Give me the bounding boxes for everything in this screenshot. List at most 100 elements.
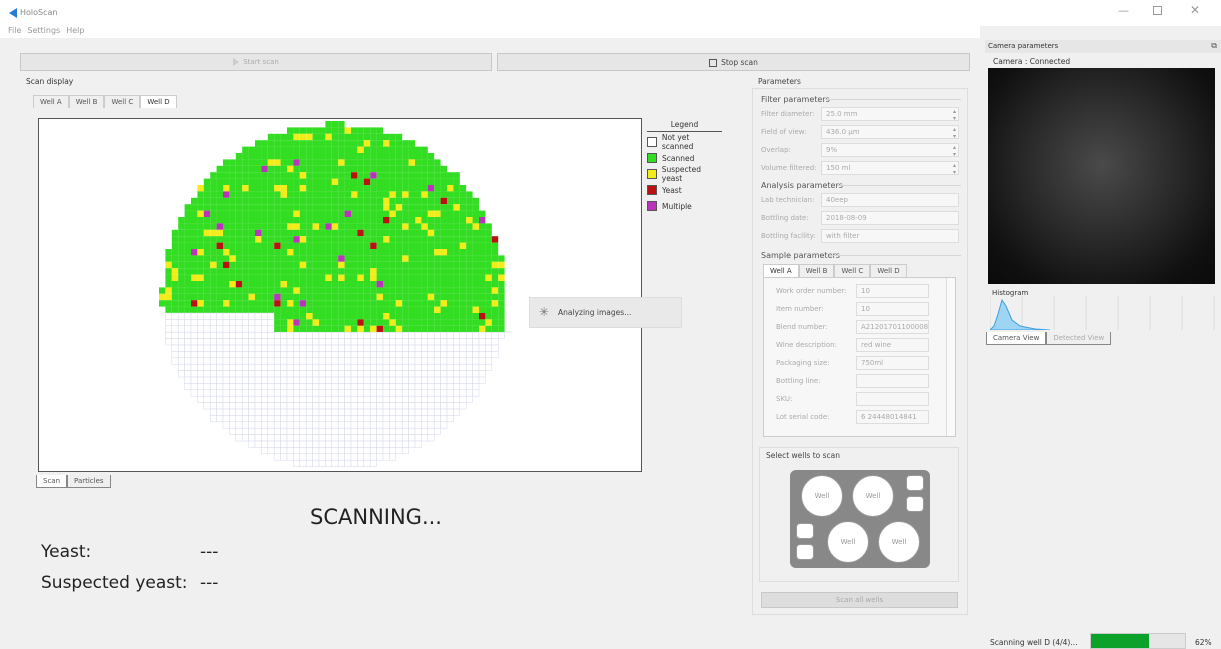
scan-cell <box>479 287 486 294</box>
filter-param-field[interactable]: 25.0 mm ▴ ▾ <box>821 107 959 122</box>
scan-cell <box>415 274 422 281</box>
maximize-icon[interactable] <box>1153 6 1162 15</box>
scan-cell <box>242 274 249 281</box>
tab-well-a[interactable]: Well A <box>33 95 69 108</box>
scan-cell <box>203 204 211 211</box>
scan-cell <box>216 319 224 327</box>
sample-tab-well-b[interactable]: Well B <box>798 264 835 277</box>
minimize-icon[interactable]: — <box>1118 4 1129 17</box>
sample-param-field[interactable]: 10 <box>856 284 929 298</box>
sample-param-field[interactable]: 6 24448014841 <box>856 410 929 424</box>
scan-cell <box>350 389 358 397</box>
scan-cell <box>319 217 326 224</box>
scan-cell <box>344 236 351 243</box>
analysis-param-field[interactable]: with filter <box>821 229 959 243</box>
small-well-3[interactable] <box>796 523 814 539</box>
scan-cell <box>171 249 179 256</box>
small-well-1[interactable] <box>906 475 924 491</box>
scan-cell <box>447 204 454 211</box>
small-well-2[interactable] <box>906 496 924 512</box>
spinner-arrows-icon[interactable]: ▴ ▾ <box>953 162 956 176</box>
scan-cell <box>267 172 275 179</box>
sample-scrollbar[interactable] <box>946 278 955 436</box>
sample-tab-well-a[interactable]: Well A <box>763 264 799 277</box>
menu-settings[interactable]: Settings <box>27 26 60 35</box>
analysis-param-field[interactable]: 40eep <box>821 193 959 207</box>
well-c-toggle[interactable]: Well <box>827 521 869 563</box>
scan-cell <box>242 197 249 205</box>
close-icon[interactable]: ✕ <box>1190 3 1200 17</box>
scan-cell <box>267 357 275 365</box>
scan-cell <box>459 325 467 333</box>
tab-well-b[interactable]: Well B <box>68 95 105 108</box>
scan-cell <box>491 344 499 352</box>
spinner-arrows-icon[interactable]: ▴ ▾ <box>953 144 956 158</box>
scan-cell <box>389 249 396 256</box>
tab-well-c[interactable]: Well C <box>104 95 141 108</box>
sample-param-field[interactable]: red wine <box>856 338 929 352</box>
scan-cell <box>293 421 301 429</box>
start-scan-button[interactable]: Start scan <box>20 53 492 71</box>
menu-file[interactable]: File <box>8 26 21 35</box>
sample-param-field[interactable]: A21201701100008 <box>856 320 929 334</box>
scan-cell <box>363 281 371 288</box>
scan-cell <box>331 447 339 455</box>
separator <box>829 255 961 256</box>
filter-param-field[interactable]: 436.0 µm ▴ ▾ <box>821 125 959 140</box>
well-d-toggle[interactable]: Well <box>878 521 920 563</box>
tab-well-d[interactable]: Well D <box>140 95 177 108</box>
scan-cell <box>248 197 255 205</box>
scan-cell <box>344 249 351 256</box>
sample-param-field[interactable]: 750ml <box>856 356 929 370</box>
scan-cell <box>344 357 352 365</box>
scan-cell <box>357 344 365 352</box>
scan-cell <box>338 197 345 205</box>
scan-cell <box>331 331 339 339</box>
scan-cell <box>254 331 262 339</box>
scan-cell <box>395 306 403 313</box>
scan-cell <box>318 402 326 410</box>
small-well-4[interactable] <box>796 544 814 560</box>
scan-cell <box>229 338 237 346</box>
scan-cell <box>363 434 371 442</box>
scan-cell <box>370 242 377 249</box>
tab-detected-view[interactable]: Detected View <box>1046 332 1112 345</box>
float-panel-icon[interactable]: ⧉ <box>1211 41 1217 51</box>
scan-cell <box>331 197 339 205</box>
scan-cell <box>357 325 364 333</box>
scan-cell <box>408 325 415 333</box>
stop-scan-button[interactable]: Stop scan <box>497 53 970 71</box>
scan-cell <box>197 300 204 307</box>
scan-cell <box>242 165 249 173</box>
scan-cell <box>421 408 429 416</box>
legend-label: Scanned <box>662 153 695 163</box>
scan-all-wells-button[interactable]: Scan all wells <box>761 592 958 608</box>
spinner-arrows-icon[interactable]: ▴ ▾ <box>953 126 956 140</box>
scan-cell <box>312 313 319 320</box>
filter-param-field[interactable]: 150 ml ▴ ▾ <box>821 161 959 176</box>
scan-cell <box>408 159 415 166</box>
sample-param-field[interactable]: 10 <box>856 302 929 316</box>
sample-param-field[interactable] <box>856 392 929 406</box>
sample-param-field[interactable] <box>856 374 929 388</box>
scan-cell <box>319 204 326 211</box>
scan-cell <box>498 319 505 326</box>
sample-tab-well-d[interactable]: Well D <box>870 264 907 277</box>
scan-cell <box>351 191 358 198</box>
tab-particles[interactable]: Particles <box>67 475 111 488</box>
scan-cell <box>331 178 339 185</box>
well-a-toggle[interactable]: Well <box>801 475 843 517</box>
scan-cell <box>440 261 447 269</box>
scan-cell <box>197 217 204 224</box>
sample-tab-well-c[interactable]: Well C <box>834 264 871 277</box>
menu-help[interactable]: Help <box>66 26 84 35</box>
filter-param-field[interactable]: 9% ▴ ▾ <box>821 143 959 158</box>
scan-cell <box>395 281 403 288</box>
scan-cell <box>267 153 275 160</box>
tab-camera-view[interactable]: Camera View <box>986 332 1047 345</box>
scan-cell <box>178 274 185 281</box>
analysis-param-field[interactable]: 2018-08-09 <box>821 211 959 225</box>
well-b-toggle[interactable]: Well <box>852 475 894 517</box>
tab-scan[interactable]: Scan <box>36 475 68 488</box>
spinner-arrows-icon[interactable]: ▴ ▾ <box>953 108 956 122</box>
